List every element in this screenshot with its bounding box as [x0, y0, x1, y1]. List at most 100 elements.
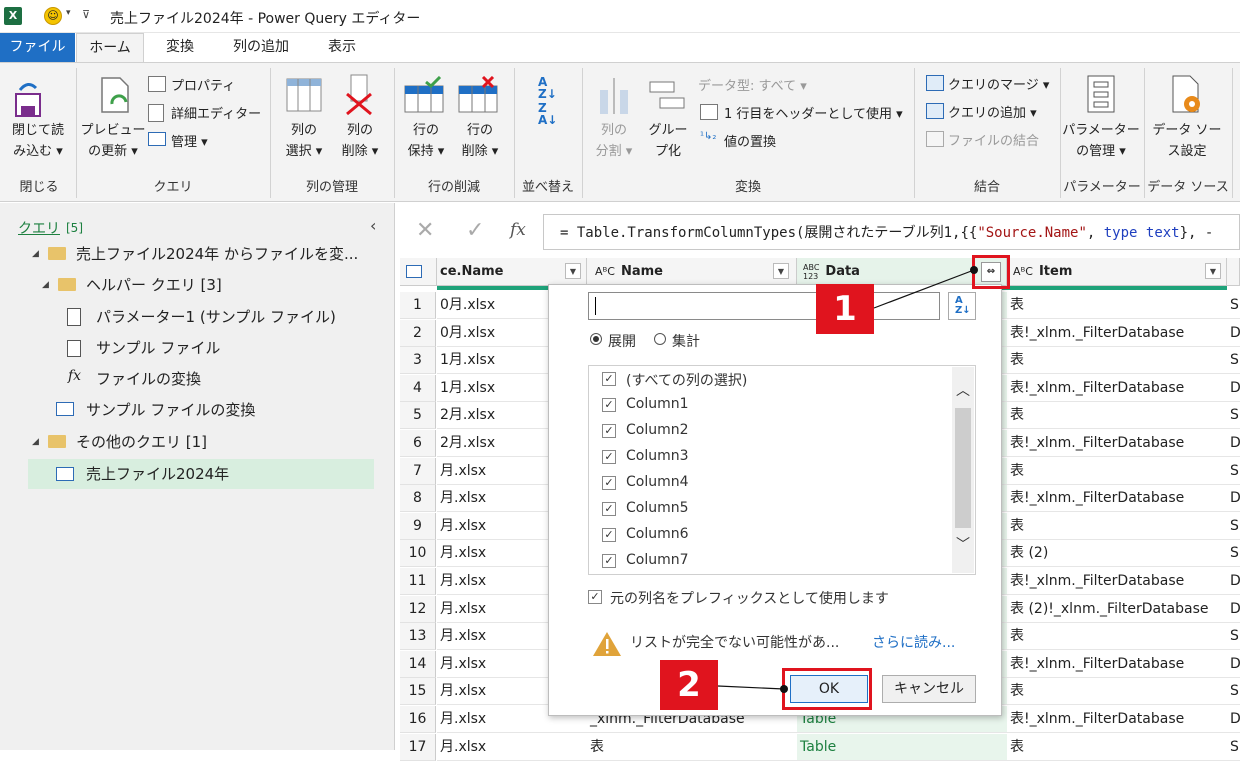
- filter-dropdown-icon[interactable]: ▼: [1205, 263, 1221, 279]
- scroll-up-icon[interactable]: ︿: [956, 380, 970, 400]
- confirm-check-icon[interactable]: ✓: [466, 218, 484, 243]
- cell-next[interactable]: D: [1227, 430, 1240, 457]
- column-header-name[interactable]: AᴮC Name ▼: [587, 258, 797, 286]
- cell-item[interactable]: 表!_xlnm._FilterDatabase: [1007, 430, 1227, 457]
- cell-next[interactable]: D: [1227, 596, 1240, 623]
- scrollbar-thumb[interactable]: [955, 408, 971, 528]
- cell-item[interactable]: 表!_xlnm._FilterDatabase: [1007, 375, 1227, 402]
- cell-item[interactable]: 表!_xlnm._FilterDatabase: [1007, 485, 1227, 513]
- cell-item[interactable]: 表: [1007, 513, 1227, 540]
- cancel-button[interactable]: キャンセル: [882, 675, 976, 703]
- properties-button[interactable]: プロパティ: [171, 75, 235, 94]
- sort-descending-icon[interactable]: Z A↓: [538, 102, 557, 126]
- query-group-helper[interactable]: ヘルパー クエリ [3]: [86, 274, 222, 295]
- cell-item[interactable]: 表 (2)!_xlnm._FilterDatabase: [1007, 596, 1227, 623]
- column-checkbox[interactable]: ✓: [602, 450, 616, 464]
- column-header-item[interactable]: AᴮC Item ▼: [1007, 258, 1227, 286]
- aggregate-radio[interactable]: [654, 333, 666, 345]
- fx-icon[interactable]: fx: [510, 220, 526, 240]
- query-item-transform-sample[interactable]: サンプル ファイルの変換: [86, 399, 255, 420]
- cell-item[interactable]: 表: [1007, 292, 1227, 319]
- cell-item[interactable]: 表: [1007, 678, 1227, 706]
- sort-ascending-icon[interactable]: A Z↓: [538, 76, 557, 100]
- prefix-checkbox[interactable]: ✓: [588, 590, 602, 604]
- first-row-header-button[interactable]: 1 行目をヘッダーとして使用 ▾: [724, 103, 903, 122]
- column-header-next[interactable]: [1227, 258, 1240, 286]
- tab-transform[interactable]: 変換: [150, 33, 210, 63]
- remove-columns-button[interactable]: 列の 削除 ▾: [334, 120, 386, 162]
- column-checkbox[interactable]: ✓: [602, 372, 616, 386]
- cell-item[interactable]: 表!_xlnm._FilterDatabase: [1007, 651, 1227, 678]
- advanced-editor-button[interactable]: 詳細エディター: [171, 103, 261, 122]
- cell-next[interactable]: D: [1227, 651, 1240, 678]
- cell-next[interactable]: S: [1227, 678, 1240, 706]
- query-item-parameter1[interactable]: パラメーター1 (サンプル ファイル): [96, 306, 336, 327]
- split-column-button[interactable]: 列の 分割 ▾: [588, 120, 640, 162]
- formula-input[interactable]: = Table.TransformColumnTypes(展開されたテーブル列1…: [560, 222, 1213, 242]
- cell-name[interactable]: 表: [587, 734, 797, 761]
- load-more-link[interactable]: さらに読み...: [872, 632, 955, 652]
- cell-item[interactable]: 表 (2): [1007, 540, 1227, 568]
- remove-rows-button[interactable]: 行の 削除 ▾: [454, 120, 506, 162]
- refresh-preview-button[interactable]: プレビュー の更新 ▾: [80, 120, 146, 162]
- data-type-dropdown[interactable]: データ型: すべて ▾: [698, 75, 807, 94]
- cell-next[interactable]: S: [1227, 458, 1240, 485]
- column-checkbox[interactable]: ✓: [602, 554, 616, 568]
- cell-item[interactable]: 表!_xlnm._FilterDatabase: [1007, 320, 1227, 347]
- cell-next[interactable]: D: [1227, 485, 1240, 513]
- cell-data[interactable]: Table: [797, 733, 1007, 761]
- cell-item[interactable]: 表: [1007, 734, 1227, 761]
- expand-triangle-icon[interactable]: ◢: [32, 249, 39, 259]
- cell-next[interactable]: S: [1227, 347, 1240, 375]
- manage-button[interactable]: 管理 ▾: [171, 131, 208, 150]
- cell-item[interactable]: 表: [1007, 402, 1227, 430]
- cell-next[interactable]: S: [1227, 513, 1240, 540]
- cell-next[interactable]: S: [1227, 540, 1240, 568]
- smiley-feedback-icon[interactable]: ☺: [44, 7, 62, 25]
- cell-item[interactable]: 表!_xlnm._FilterDatabase: [1007, 568, 1227, 595]
- column-header-source-name[interactable]: ce.Name ▼: [437, 258, 587, 286]
- data-source-settings-button[interactable]: データ ソー ス設定: [1150, 120, 1224, 162]
- cell-next[interactable]: D: [1227, 706, 1240, 733]
- query-group-main[interactable]: 売上ファイル2024年 からファイルを変...: [76, 243, 358, 264]
- cancel-x-icon[interactable]: ✕: [416, 218, 434, 243]
- column-checkbox[interactable]: ✓: [602, 398, 616, 412]
- merge-queries-button[interactable]: クエリのマージ ▾: [948, 74, 1049, 93]
- collapse-pane-icon[interactable]: ‹: [370, 216, 376, 235]
- table-menu-icon[interactable]: [400, 258, 437, 286]
- cell-source-name[interactable]: 月.xlsx: [437, 734, 587, 761]
- cell-next[interactable]: S: [1227, 623, 1240, 651]
- cell-next[interactable]: S: [1227, 402, 1240, 430]
- cell-item[interactable]: 表: [1007, 623, 1227, 651]
- choose-columns-button[interactable]: 列の 選択 ▾: [278, 120, 330, 162]
- tab-home[interactable]: ホーム: [76, 33, 144, 63]
- keep-rows-button[interactable]: 行の 保持 ▾: [400, 120, 452, 162]
- query-item-sales-2024[interactable]: 売上ファイル2024年: [86, 463, 229, 484]
- query-item-transform-file[interactable]: ファイルの変換: [96, 368, 201, 389]
- cell-item[interactable]: 表!_xlnm._FilterDatabase: [1007, 706, 1227, 733]
- replace-values-button[interactable]: 値の置換: [724, 131, 776, 150]
- column-checkbox[interactable]: ✓: [602, 476, 616, 490]
- cell-next[interactable]: S: [1227, 292, 1240, 319]
- cell-next[interactable]: D: [1227, 375, 1240, 402]
- column-checkbox[interactable]: ✓: [602, 528, 616, 542]
- customize-toolbar-icon[interactable]: ⊽: [82, 8, 90, 21]
- cell-next[interactable]: S: [1227, 734, 1240, 761]
- query-item-sample-file[interactable]: サンプル ファイル: [96, 337, 220, 358]
- cell-item[interactable]: 表: [1007, 347, 1227, 375]
- column-checkbox[interactable]: ✓: [602, 424, 616, 438]
- manage-parameters-button[interactable]: パラメーター の管理 ▾: [1062, 120, 1140, 162]
- group-by-button[interactable]: グルー プ化: [642, 120, 694, 162]
- quick-access-dropdown-icon[interactable]: ▾: [66, 8, 71, 18]
- query-group-other[interactable]: その他のクエリ [1]: [76, 431, 207, 452]
- expand-triangle-icon[interactable]: ◢: [32, 437, 39, 447]
- cell-next[interactable]: D: [1227, 568, 1240, 595]
- cell-next[interactable]: D: [1227, 320, 1240, 347]
- filter-dropdown-icon[interactable]: ▼: [565, 263, 581, 279]
- close-load-button[interactable]: 閉じて読 み込む ▾: [6, 120, 70, 162]
- tab-add-column[interactable]: 列の追加: [222, 33, 300, 63]
- append-queries-button[interactable]: クエリの追加 ▾: [948, 102, 1037, 121]
- expand-triangle-icon[interactable]: ◢: [42, 280, 49, 290]
- cell-item[interactable]: 表: [1007, 458, 1227, 485]
- combine-files-button[interactable]: ファイルの結合: [948, 130, 1039, 149]
